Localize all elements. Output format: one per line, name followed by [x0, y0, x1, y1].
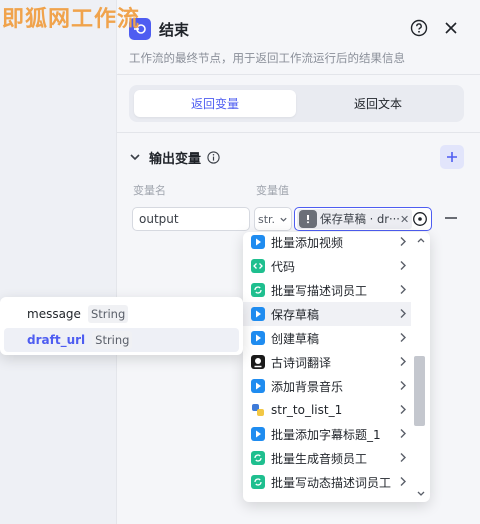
chevron-right-icon: [399, 380, 407, 394]
info-icon[interactable]: [207, 150, 220, 164]
play-icon: [251, 307, 265, 321]
node-list-item[interactable]: 批量添加视频: [243, 232, 411, 254]
node-list-label: 添加背景音乐: [271, 379, 344, 394]
panel-header: 结束: [129, 14, 468, 44]
section-title: 输出变量: [149, 151, 202, 167]
chevron-right-icon: [399, 356, 407, 370]
chevron-down-icon[interactable]: [129, 151, 141, 163]
type-select[interactable]: str.: [254, 207, 292, 231]
warning-icon: [299, 210, 317, 228]
loop-icon: [251, 451, 265, 465]
workflow-canvas[interactable]: [0, 0, 116, 524]
play-icon: [251, 427, 265, 441]
node-list-label: 代码: [271, 259, 296, 274]
divider: [117, 74, 480, 75]
scrollbar-thumb[interactable]: [414, 356, 425, 426]
close-icon[interactable]: [440, 17, 462, 39]
add-variable-button[interactable]: [440, 145, 464, 169]
node-list-label: 批量写动态描述词员工: [271, 475, 392, 490]
bot-icon: [251, 355, 265, 369]
remove-variable-button[interactable]: [443, 210, 459, 226]
output-section-header: 输出变量: [129, 145, 468, 169]
node-select-dropdown: 批量添加视频 代码批量写描述词员工 保存草稿创建草稿古诗词翻译添加背景音乐 str_t…: [243, 232, 430, 502]
divider: [117, 132, 480, 133]
node-list-label: 古诗词翻译: [271, 355, 332, 370]
node-list-item[interactable]: 代码: [243, 254, 411, 278]
node-list-item[interactable]: 古诗词翻译: [243, 350, 411, 374]
node-list-label: 批量添加字幕标题_1: [271, 427, 381, 442]
chevron-right-icon: [399, 236, 407, 250]
panel-description: 工作流的最终节点，用于返回工作流运行后的结果信息: [129, 51, 405, 65]
node-list-label: 创建草稿: [271, 331, 320, 346]
variable-type-badge: String: [87, 305, 129, 323]
remove-reference-icon[interactable]: ✕: [400, 213, 409, 226]
node-list-label: 批量添加视频: [271, 235, 344, 250]
chevron-right-icon: [399, 308, 407, 322]
chevron-right-icon: [399, 260, 407, 274]
question-circle-icon[interactable]: [408, 17, 430, 39]
watermark: 即狐网工作流: [2, 7, 141, 32]
chevron-down-icon: [280, 217, 287, 222]
play-icon: [251, 331, 265, 345]
node-list-label: 批量写描述词员工: [271, 283, 368, 298]
variable-submenu: message String draft_url String: [0, 297, 243, 355]
variable-name: message: [27, 307, 81, 321]
reference-label: 保存草稿 · dr···: [320, 212, 400, 226]
node-list-label: str_to_list_1: [271, 403, 343, 417]
chevron-right-icon: [399, 404, 407, 418]
chevron-right-icon: [399, 476, 407, 490]
node-list-item[interactable]: 添加背景音乐: [243, 374, 411, 398]
variable-name-input[interactable]: [132, 207, 250, 231]
submenu-item-message[interactable]: message String: [4, 302, 239, 326]
code-icon: [251, 259, 265, 273]
node-list-item[interactable]: 批量添加字幕标题_1: [243, 422, 411, 446]
chevron-right-icon: [399, 332, 407, 346]
type-select-value: str.: [258, 212, 276, 226]
node-list-label: 批量生成音频员工: [271, 451, 368, 466]
chevron-right-icon: [399, 284, 407, 298]
node-list-item[interactable]: 保存草稿: [243, 302, 411, 326]
column-header-name: 变量名: [133, 184, 166, 197]
target-icon[interactable]: [412, 211, 428, 227]
python-icon: [251, 403, 265, 417]
node-list-label: 保存草稿: [271, 307, 320, 322]
tab-return-variable[interactable]: 返回变量: [134, 90, 296, 117]
play-icon: [251, 235, 265, 249]
column-header-value: 变量值: [256, 184, 289, 197]
submenu-item-draft-url[interactable]: draft_url String: [4, 328, 239, 352]
node-list-item[interactable]: 批量生成音频员工: [243, 446, 411, 470]
node-list-item[interactable]: 批量写描述词员工: [243, 278, 411, 302]
play-icon: [251, 379, 265, 393]
panel-title: 结束: [159, 20, 190, 39]
chevron-right-icon: [399, 428, 407, 442]
tab-group: 返回变量 返回文本: [129, 85, 464, 122]
node-list-item[interactable]: str_to_list_1: [243, 398, 411, 422]
node-list-item[interactable]: 创建草稿: [243, 326, 411, 350]
tab-return-text[interactable]: 返回文本: [297, 90, 459, 117]
reference-tag[interactable]: 保存草稿 · dr··· ✕: [297, 209, 412, 229]
node-list-item[interactable]: 批量写动态描述词员工: [243, 470, 411, 494]
loop-icon: [251, 475, 265, 489]
variable-type-badge: String: [92, 331, 133, 349]
loop-icon: [251, 283, 265, 297]
plus-icon: [447, 152, 457, 162]
variable-reference-field[interactable]: 保存草稿 · dr··· ✕: [294, 207, 432, 231]
chevron-right-icon: [399, 452, 407, 466]
variable-name: draft_url: [27, 333, 86, 347]
minus-icon: [445, 217, 457, 219]
